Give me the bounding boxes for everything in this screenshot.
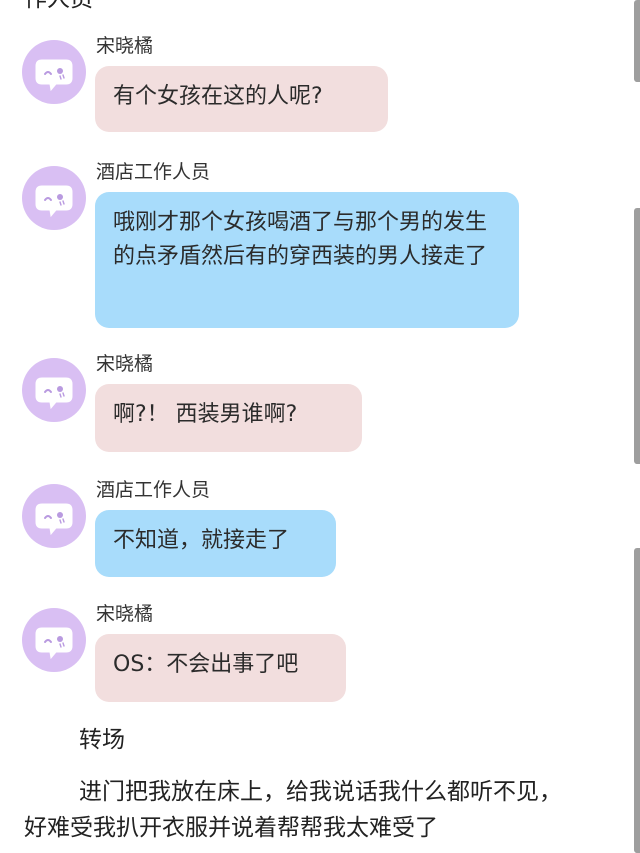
message-bubble[interactable]: 不知道，就接走了 bbox=[95, 510, 336, 577]
avatar[interactable] bbox=[22, 40, 86, 104]
message-bubble[interactable]: 哦刚才那个女孩喝酒了与那个男的发生的点矛盾然后有的穿西装的男人接走了 bbox=[95, 192, 519, 328]
message-bubble[interactable]: 有个女孩在这的人呢? bbox=[95, 66, 388, 132]
chat-bubble-face-icon bbox=[35, 59, 73, 92]
message-bubble[interactable]: OS：不会出事了吧 bbox=[95, 634, 346, 702]
chat-bubble-face-icon bbox=[35, 185, 73, 218]
sender-name: 宋晓橘 bbox=[96, 353, 154, 375]
scrollbar-thumb[interactable] bbox=[634, 0, 640, 82]
previous-sender-name: 作人员 bbox=[24, 0, 93, 14]
avatar[interactable] bbox=[22, 166, 86, 230]
sender-name: 酒店工作人员 bbox=[96, 161, 211, 183]
sender-name: 酒店工作人员 bbox=[96, 479, 211, 501]
scrollbar-thumb[interactable] bbox=[634, 548, 640, 853]
sender-name: 宋晓橘 bbox=[96, 35, 154, 57]
avatar[interactable] bbox=[22, 358, 86, 422]
avatar[interactable] bbox=[22, 484, 86, 548]
avatar[interactable] bbox=[22, 608, 86, 672]
sender-name: 宋晓橘 bbox=[96, 603, 154, 625]
story-paragraph: 进门把我放在床上，给我说话我什么都听不见，好难受我扒开衣服并说着帮帮我太难受了 bbox=[24, 779, 562, 841]
message-bubble[interactable]: 啊?！ 西装男谁啊? bbox=[95, 384, 362, 452]
chat-bubble-face-icon bbox=[35, 377, 73, 410]
scrollbar-thumb[interactable] bbox=[634, 208, 640, 464]
chat-bubble-face-icon bbox=[35, 627, 73, 660]
chat-bubble-face-icon bbox=[35, 503, 73, 536]
scene-transition-label: 转场 bbox=[79, 727, 125, 753]
